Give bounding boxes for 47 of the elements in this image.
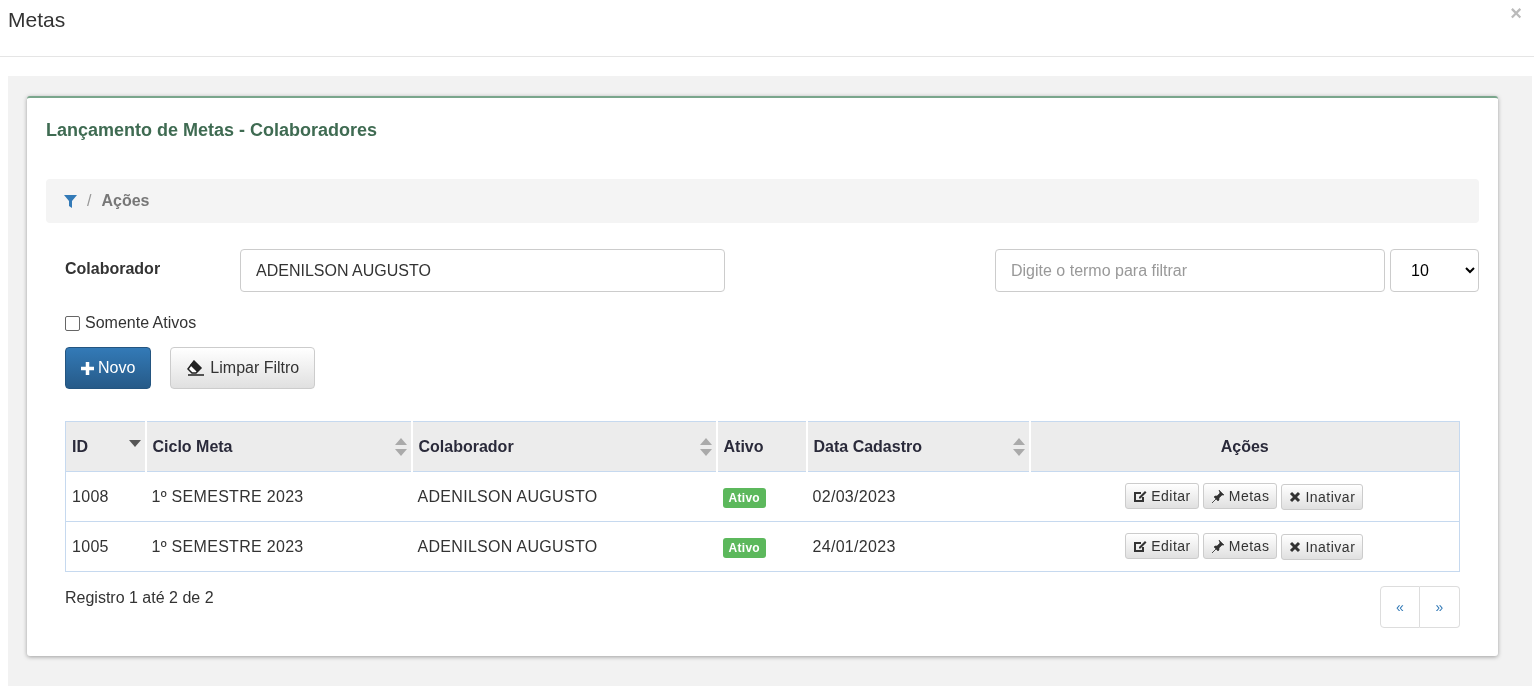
edit-icon xyxy=(1133,539,1148,553)
close-icon xyxy=(1289,541,1302,553)
close-icon xyxy=(1289,491,1302,503)
pin-icon xyxy=(1210,539,1225,553)
panel-title: Lançamento de Metas - Colaboradores xyxy=(46,120,379,141)
table-cell: 1º SEMESTRE 2023 xyxy=(151,537,304,555)
clear-filter-button[interactable]: Limpar Filtro xyxy=(170,347,316,389)
next-page-link[interactable]: » xyxy=(1420,586,1460,628)
column-header[interactable]: Ações xyxy=(1220,437,1269,455)
pin-icon xyxy=(1210,489,1225,503)
table-cell: ADENILSON AUGUSTO xyxy=(417,537,598,555)
window-title: Metas xyxy=(8,7,66,32)
column-header[interactable]: Ciclo Meta xyxy=(152,437,233,455)
checkbox[interactable] xyxy=(65,315,80,331)
column-header[interactable]: Data Cadastro xyxy=(813,437,922,455)
deactivate-button[interactable]: Inativar xyxy=(1281,484,1364,510)
goals-button[interactable]: Metas xyxy=(1202,483,1278,509)
edit-button[interactable]: Editar xyxy=(1125,483,1199,509)
eraser-icon xyxy=(186,360,207,376)
table-cell: 1º SEMESTRE 2023 xyxy=(151,487,304,505)
table-cell: 1008 xyxy=(72,487,109,505)
status-badge: Ativo xyxy=(722,487,766,508)
plus-icon xyxy=(81,361,94,375)
field-label: Colaborador xyxy=(65,259,162,278)
previous-page-link[interactable]: « xyxy=(1380,586,1420,628)
deactivate-button[interactable]: Inativar xyxy=(1281,534,1364,560)
column-header[interactable]: Colaborador xyxy=(418,437,514,455)
record-summary: Registro 1 até 2 de 2 xyxy=(65,589,214,607)
collaborator-field[interactable]: ADENILSON AUGUSTO xyxy=(240,249,725,292)
status-badge: Ativo xyxy=(722,537,766,558)
goals-button[interactable]: Metas xyxy=(1202,533,1278,559)
new-button[interactable]: Novo xyxy=(65,347,152,389)
breadcrumb-item[interactable]: Ações xyxy=(101,192,150,210)
table-cell: 1005 xyxy=(72,537,109,555)
sort-descending-icon[interactable] xyxy=(128,440,141,447)
table-cell: 02/03/2023 xyxy=(812,487,896,505)
search-field[interactable]: Digite o termo para filtrar xyxy=(995,249,1385,292)
edit-icon xyxy=(1133,489,1148,503)
table-cell: 24/01/2023 xyxy=(812,537,896,555)
filter-icon[interactable] xyxy=(64,194,77,208)
breadcrumb-separator: / xyxy=(87,192,92,210)
edit-button[interactable]: Editar xyxy=(1125,533,1199,559)
page-size-select[interactable]: 10 xyxy=(1390,249,1479,292)
checkbox-label[interactable]: Somente Ativos xyxy=(85,314,197,332)
column-header[interactable]: Ativo xyxy=(723,437,764,455)
table-cell: ADENILSON AUGUSTO xyxy=(417,487,598,505)
column-header[interactable]: ID xyxy=(72,437,88,455)
